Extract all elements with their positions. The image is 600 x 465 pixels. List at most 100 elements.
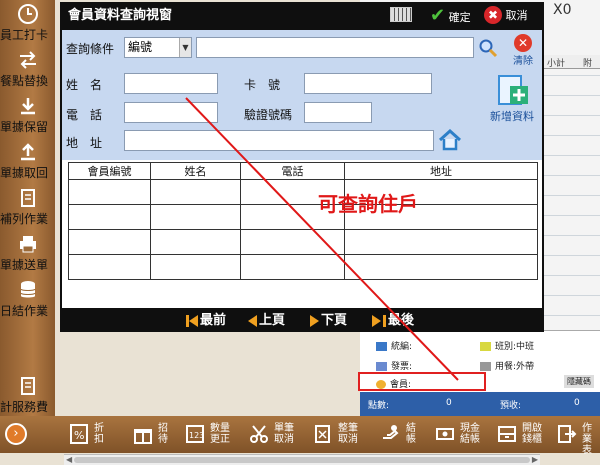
dining-row[interactable]: 用餐:外帶 [480,359,534,372]
first-page-button[interactable]: 最前 [186,312,226,330]
dialog-title: 會員資料查詢視窗 [68,8,173,23]
address-field[interactable] [124,130,434,151]
close-icon: ✖ [484,6,502,24]
add-document-icon [498,75,528,105]
fork-knife-icon [480,362,491,371]
horizontal-scrollbar[interactable]: ◀ ▶ [64,454,540,465]
sidebar-item-meal-swap[interactable]: 餐點替換 [0,46,55,88]
checkout-button[interactable]: 結帳 [378,419,428,450]
sidebar-item-clock-in[interactable]: 員工打卡 [0,0,55,42]
complimentary-button[interactable]: 招待 [130,419,180,450]
cancel-button[interactable]: ✖ 取消 [484,6,528,26]
download-icon [20,98,35,115]
column-header-phone[interactable]: 電話 [240,162,345,180]
pagination-bar: 最前 上頁 下頁 最後 [60,310,544,332]
search-icon[interactable] [478,38,498,58]
column-header-address[interactable]: 地址 [344,162,538,180]
scroll-left-icon[interactable]: ◀ [66,455,72,464]
tag-icon [480,342,491,351]
svg-text:123: 123 [189,431,204,440]
cash-checkout-button[interactable]: 現金結帳 [432,419,486,450]
sidebar-item-reprint[interactable]: 補列作業 [0,184,55,226]
add-member-button[interactable]: 新增資料 [482,74,542,124]
scissors-icon [250,425,268,443]
sidebar-item-recall-order[interactable]: 單據取回 [0,138,55,180]
scroll-thumb[interactable] [74,457,530,463]
receipt-icon [20,377,35,395]
query-input[interactable] [196,37,474,58]
order-grid [543,55,600,330]
drawer-icon [498,426,516,442]
points-value: 0 [446,398,452,408]
gift-icon [134,429,152,444]
points-strip: 點數: 0 預收: 0 [360,392,600,416]
col-subtotal: 小計 [547,59,566,69]
check-icon: ✔ [430,5,446,26]
table-row[interactable] [68,254,538,280]
member-table: 會員編號 姓名 電話 地址 [68,162,538,280]
annotation-text: 可查詢住戶 [318,192,418,216]
member-highlight-box [358,372,486,391]
clear-icon: ✕ [514,34,532,52]
prev-page-button[interactable]: 上頁 [248,312,285,330]
document-icon [20,189,35,207]
cash-icon [436,428,454,440]
verify-code-field[interactable] [304,102,372,123]
prepaid-label: 預收: [500,401,522,411]
last-page-icon [383,314,386,327]
query-condition-select[interactable]: 編號 ▼ [124,37,192,58]
checkout-icon [383,425,399,439]
card-number-field[interactable] [304,73,432,94]
order-count-label: X0 [553,2,572,18]
last-page-button[interactable]: 最後 [372,312,414,330]
quantity-edit-button[interactable]: 123 數量更正 [182,419,244,450]
column-header-member-id[interactable]: 會員編號 [68,162,151,180]
order-grid-header: 小計 附 [543,55,600,69]
table-row[interactable] [68,179,538,205]
printer-icon [19,236,36,253]
verify-code-label: 驗證號碼 [244,108,293,122]
sidebar-item-send-order[interactable]: 單據送單 [0,230,55,272]
invoice-icon [376,362,387,371]
points-label: 點數: [368,401,390,411]
table-row[interactable] [68,229,538,255]
sidebar: 員工打卡 餐點替換 單據保留 單據取回 補列作業 單據送單 日結作業 計服務費 [0,0,55,453]
cancel-document-icon [315,425,330,443]
cancel-item-button[interactable]: 單筆取消 [246,419,306,450]
discount-button[interactable]: % 折扣 [66,419,116,450]
column-header-name[interactable]: 姓名 [150,162,241,180]
member-search-dialog: 會員資料查詢視窗 ✔ 確定 ✖ 取消 查詢條件 編號 ▼ ✕ 清除 姓 名 卡 … [60,2,544,465]
open-drawer-button[interactable]: 開啟錢櫃 [494,419,548,450]
confirm-button[interactable]: ✔ 確定 [430,6,471,26]
col-extra: 附 [583,59,593,69]
pencil-icon [376,342,387,351]
clock-icon [17,4,38,24]
chevron-down-icon: ▼ [179,38,191,57]
sidebar-item-daily-close[interactable]: 日結作業 [0,276,55,318]
next-arrow-icon[interactable]: › [5,423,27,445]
sidebar-item-service-fee[interactable]: 計服務費 [0,372,55,414]
invoice-row[interactable]: 發票: [376,359,412,372]
sidebar-item-hold-order[interactable]: 單據保留 [0,92,55,134]
shift-row[interactable]: 班別:中班 [480,339,534,352]
clear-button[interactable]: ✕ 清除 [508,34,538,67]
hidden-code-button[interactable]: 隱藏碼 [564,375,594,388]
triangle-left-icon [248,314,257,327]
name-field[interactable] [124,73,218,94]
phone-field[interactable] [124,102,218,123]
cancel-order-button[interactable]: 整筆取消 [310,419,370,450]
member-table-area: 會員編號 姓名 電話 地址 ◀ ▶ [62,160,542,465]
work-sheet-button[interactable]: 作業表 [554,419,600,456]
card-number-label: 卡 號 [244,78,281,92]
home-icon[interactable] [438,129,462,151]
svg-text:%: % [74,429,84,442]
bottom-toolbar: › % 折扣 招待 123 數量更正 單筆取消 整筆取消 結帳 現金結帳 開啟錢… [0,416,600,456]
tax-id-row[interactable]: 統編: [376,339,412,352]
triangle-left-icon [189,314,198,327]
scroll-right-icon[interactable]: ▶ [532,455,538,464]
triangle-right-icon [372,314,381,327]
next-page-button[interactable]: 下頁 [310,312,347,330]
table-row[interactable] [68,204,538,230]
keyboard-icon[interactable] [390,7,412,22]
swap-icon [19,51,36,69]
